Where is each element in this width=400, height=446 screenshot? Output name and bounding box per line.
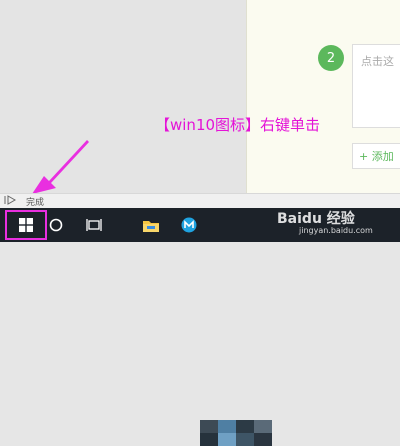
annotation-arrow-icon bbox=[32, 140, 89, 194]
step-input-field[interactable]: 点击这 bbox=[352, 44, 400, 128]
status-bar: 完成 bbox=[0, 193, 400, 208]
start-button-highlight bbox=[5, 210, 47, 240]
step-input-placeholder: 点击这 bbox=[361, 55, 394, 68]
taskbar-app-button[interactable] bbox=[176, 208, 202, 242]
file-explorer-button[interactable] bbox=[138, 208, 164, 242]
status-text: 完成 bbox=[26, 197, 45, 208]
task-view-button[interactable] bbox=[82, 208, 106, 242]
folder-icon bbox=[143, 220, 159, 232]
app-m-icon bbox=[181, 217, 197, 233]
add-step-button[interactable]: + 添加 bbox=[352, 143, 400, 169]
play-step-icon[interactable] bbox=[4, 194, 18, 208]
cortana-search-button[interactable] bbox=[44, 208, 68, 242]
cortana-circle-icon bbox=[49, 218, 63, 232]
baidu-watermark: Baidu 经验 bbox=[277, 211, 355, 227]
baidu-watermark-url: jingyan.baidu.com bbox=[299, 226, 373, 235]
task-view-icon bbox=[86, 219, 102, 231]
step-number-badge: 2 bbox=[318, 45, 344, 71]
annotation-caption: 【win10图标】右键单击 bbox=[155, 116, 321, 134]
blurred-taskbar-region bbox=[200, 420, 272, 446]
